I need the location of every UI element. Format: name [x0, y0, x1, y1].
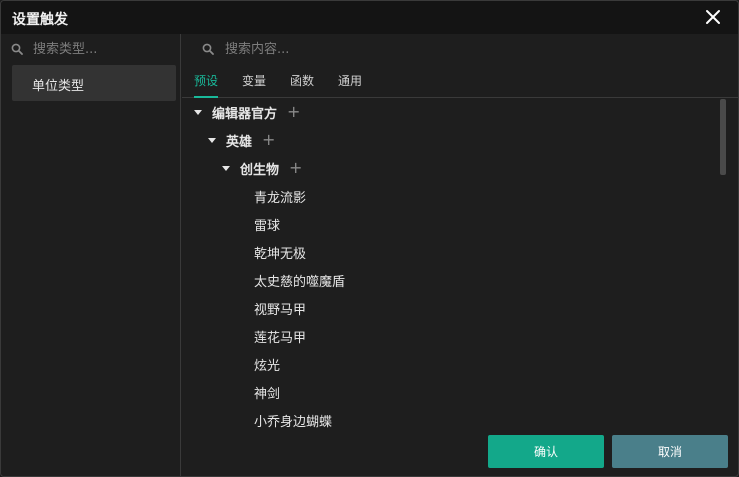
- tree-leaf[interactable]: 神剑: [254, 382, 280, 402]
- tab-function[interactable]: 函数: [290, 72, 314, 98]
- tab-general[interactable]: 通用: [338, 72, 362, 98]
- caret-down-icon[interactable]: [222, 165, 230, 171]
- search-icon: [202, 43, 214, 55]
- tree-node-editor-official[interactable]: 编辑器官方 +: [194, 102, 300, 122]
- category-panel: 单位类型: [1, 34, 181, 476]
- content-search-input[interactable]: [225, 38, 625, 60]
- content-panel: 预设 变量 函数 通用 编辑器官方 + 英雄 + 创生物 + 青龙流影 雷球: [182, 34, 738, 476]
- plus-icon[interactable]: +: [289, 160, 302, 176]
- caret-down-icon[interactable]: [208, 137, 216, 143]
- tree-node-creature[interactable]: 创生物 +: [222, 158, 302, 178]
- title-bar: 设置触发: [1, 1, 738, 34]
- category-item-label: 单位类型: [32, 79, 85, 94]
- tree-leaf[interactable]: 太史慈的噬魔盾: [254, 270, 345, 290]
- tab-bar: 预设 变量 函数 通用: [182, 70, 738, 98]
- tree-node-hero[interactable]: 英雄 +: [208, 130, 275, 150]
- tree-node-label: 创生物: [240, 162, 280, 178]
- tree-leaf[interactable]: 视野马甲: [254, 298, 306, 318]
- content-search: [182, 34, 738, 64]
- caret-down-icon[interactable]: [194, 109, 202, 115]
- tree-leaf[interactable]: 雷球: [254, 214, 280, 234]
- tab-preset[interactable]: 预设: [194, 72, 219, 98]
- tab-variable[interactable]: 变量: [242, 72, 266, 98]
- category-search: [1, 34, 181, 64]
- plus-icon[interactable]: +: [287, 104, 300, 120]
- dialog-title: 设置触发: [12, 12, 68, 28]
- cancel-button[interactable]: 取消: [612, 435, 728, 468]
- category-item-unit-type[interactable]: 单位类型: [12, 65, 176, 101]
- tree-leaf[interactable]: 青龙流影: [254, 186, 306, 206]
- preset-tree: 编辑器官方 + 英雄 + 创生物 + 青龙流影 雷球 乾坤无极 太史慈的噬魔盾 …: [182, 99, 722, 429]
- confirm-button[interactable]: 确认: [488, 435, 604, 468]
- plus-icon[interactable]: +: [262, 132, 275, 148]
- category-search-input[interactable]: [33, 38, 173, 60]
- tree-node-label: 英雄: [226, 134, 253, 150]
- tree-leaf[interactable]: 莲花马甲: [254, 326, 306, 346]
- tree-node-label: 编辑器官方: [212, 106, 278, 122]
- close-icon[interactable]: [701, 5, 725, 29]
- tree-leaf[interactable]: 乾坤无极: [254, 242, 306, 262]
- tree-leaf[interactable]: 炫光: [254, 354, 280, 374]
- tree-scrollbar[interactable]: [720, 99, 726, 175]
- trigger-dialog: 设置触发 单位类型 预设 变量 函数 通用 编辑器官方 +: [0, 0, 739, 477]
- tree-leaf[interactable]: 小乔身边蝴蝶: [254, 410, 332, 430]
- search-icon: [11, 43, 23, 55]
